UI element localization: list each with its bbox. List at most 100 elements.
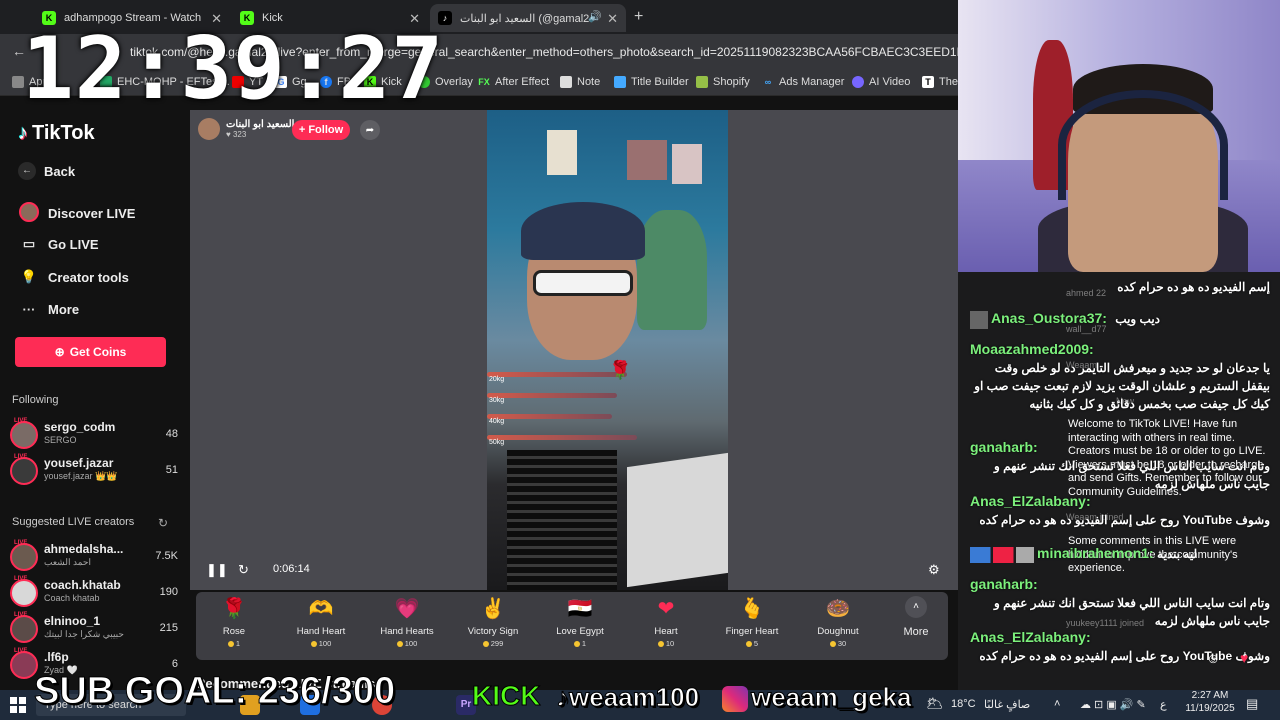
bookmark-shopify[interactable]: Shopify bbox=[696, 76, 750, 88]
gift-name: Hand Heart bbox=[296, 626, 346, 637]
pause-icon[interactable]: ❚❚ bbox=[206, 562, 228, 578]
user-avatar-icon bbox=[970, 310, 988, 329]
gift-name: Heart bbox=[654, 626, 678, 637]
chat-username: Anas_Oustora37: bbox=[991, 310, 1107, 326]
bookmark-note[interactable]: Note bbox=[560, 76, 600, 88]
bookmark-ai-video[interactable]: AI Video bbox=[852, 76, 910, 88]
badge-icons bbox=[970, 546, 1034, 563]
heart-icon: ❤ bbox=[657, 598, 675, 620]
viewer-count: 215 bbox=[159, 622, 178, 634]
gift-price-value: 1 bbox=[235, 639, 241, 648]
keyboard-language[interactable]: ع bbox=[1160, 698, 1167, 711]
gift-hand-hearts[interactable]: 💗 Hand Hearts 100 bbox=[367, 596, 447, 648]
chat-message: Moaazahmed2009: يا جدعان لو حد جديد و مي… bbox=[970, 340, 1270, 413]
chat-username: Anas_ElZalabany: bbox=[970, 493, 1091, 509]
notifications-icon[interactable]: ▤ bbox=[1246, 696, 1258, 712]
gift-heart[interactable]: ❤ Heart 10 bbox=[626, 596, 706, 648]
arrow-left-icon: ← bbox=[18, 162, 36, 180]
poster-image bbox=[547, 130, 577, 175]
sidebar-item-more[interactable]: ··· More bbox=[18, 302, 80, 317]
following-user-row[interactable]: LIVE sergo_codm SERGO 48 bbox=[10, 418, 180, 450]
user-subtitle: Coach khatab bbox=[44, 593, 100, 603]
host-avatar bbox=[198, 118, 220, 140]
gift-doughnut[interactable]: 🍩 Doughnut 30 bbox=[798, 596, 878, 648]
mixer-image bbox=[627, 452, 728, 588]
weather-temp[interactable]: 18°C bbox=[951, 698, 976, 710]
suggested-user-row[interactable]: LIVE coach.khatab Coach khatab 190 bbox=[10, 576, 180, 608]
following-title: Following bbox=[12, 394, 59, 406]
lightbulb-icon: 💡 bbox=[20, 269, 38, 284]
tab-tiktok-live[interactable]: ♪ السعيد ابو البنات (@gamal24 🔊 ✕ bbox=[430, 4, 626, 32]
weather-icon[interactable]: 🌥 bbox=[926, 695, 944, 712]
cap-image bbox=[521, 202, 645, 260]
stream-timer: 12:39:27 bbox=[22, 19, 445, 119]
sidebar-item-creator-tools[interactable]: 💡 Creator tools bbox=[18, 269, 129, 285]
bookmark-after-effect[interactable]: FX After Effect bbox=[478, 76, 549, 88]
suggested-title: Suggested LIVE creators bbox=[12, 516, 135, 528]
gift-love-egypt[interactable]: 🇪🇬 Love Egypt 1 bbox=[540, 596, 620, 648]
bookmark-ads-manager[interactable]: ∞ Ads Manager bbox=[762, 76, 845, 88]
user-subtitle: SERGO bbox=[44, 435, 77, 445]
settings-icon[interactable]: ⚙ bbox=[928, 562, 940, 578]
get-coins-label: Get Coins bbox=[69, 345, 127, 359]
new-tab-icon[interactable]: + bbox=[634, 8, 643, 26]
user-name: coach.khatab bbox=[44, 578, 121, 592]
gift-rose[interactable]: 🌹 Rose 1 bbox=[194, 596, 274, 648]
sunglasses-image bbox=[533, 270, 633, 296]
tray-chevron-icon[interactable]: ˄ bbox=[1054, 698, 1060, 710]
get-coins-button[interactable]: ⊕ Get Coins bbox=[15, 337, 166, 367]
sidebar: ♪ TikTok ← Back Discover LIVE ▭ Go LIVE … bbox=[0, 96, 189, 690]
doughnut-icon: 🍩 bbox=[825, 598, 851, 620]
refresh-icon[interactable]: ↻ bbox=[158, 516, 168, 530]
gift-price: 10 bbox=[626, 639, 706, 648]
chat-message: ganaharb: وتام انت سايب الناس اللي فعلا … bbox=[970, 575, 1270, 630]
host-info[interactable]: السعيد ابو البنات ♥ 323 bbox=[198, 118, 294, 140]
heart-icon[interactable]: ♥ bbox=[1240, 650, 1248, 666]
host-name: السعيد ابو البنات bbox=[226, 119, 295, 130]
gift-hand-heart[interactable]: 🫶 Hand Heart 100 bbox=[281, 596, 361, 648]
share-icon[interactable]: ➦ bbox=[360, 120, 380, 140]
bookmark-label: Ads Manager bbox=[779, 76, 845, 88]
bookmark-label: AI Video bbox=[869, 76, 911, 88]
screen: K adhampogo Stream - Watch Liv ✕ K Kick … bbox=[0, 0, 1280, 720]
speaker-icon[interactable]: 🔊 bbox=[588, 10, 602, 23]
bookmark-the[interactable]: T The bbox=[922, 76, 958, 88]
close-icon[interactable]: ✕ bbox=[607, 11, 618, 27]
chat-text: ليه بتديه bbox=[1157, 547, 1198, 561]
gift-price: 100 bbox=[281, 639, 361, 648]
kick-logo: KICK bbox=[471, 680, 541, 711]
sidebar-item-discover-live[interactable]: Discover LIVE bbox=[18, 202, 135, 225]
bookmark-title-builder[interactable]: Title Builder bbox=[614, 76, 689, 88]
tiktok-logo[interactable]: ♪ TikTok bbox=[18, 122, 95, 145]
follow-button[interactable]: + Follow bbox=[292, 120, 350, 140]
gift-finger-heart[interactable]: 🫰 Finger Heart 5 bbox=[712, 596, 792, 648]
gift-price-value: 100 bbox=[404, 639, 418, 648]
live-video[interactable]: 20kg 30kg 40kg 50kg 🌹 bbox=[487, 110, 728, 590]
avatar bbox=[10, 615, 38, 643]
reload-icon[interactable]: ↻ bbox=[238, 562, 249, 578]
tiktok-note-icon: ♪ bbox=[18, 122, 28, 144]
taskbar-clock[interactable]: 2:27 AM 11/19/2025 bbox=[1180, 689, 1240, 715]
emoji-icon[interactable]: ☺ bbox=[1206, 650, 1220, 666]
suggested-user-row[interactable]: LIVE ahmedalsha... احمد الشعب 7.5K bbox=[10, 540, 180, 572]
meta-icon: ∞ bbox=[764, 77, 772, 87]
chat-text: وتام انت سايب الناس اللي فعلا تستحق انك … bbox=[993, 596, 1270, 628]
gift-name: Love Egypt bbox=[556, 626, 604, 637]
finger-heart-icon: 🫰 bbox=[739, 598, 765, 620]
suggested-user-row[interactable]: LIVE elninoo_1 حبيبي شكرا جدا لبيتك 215 bbox=[10, 612, 180, 644]
victory-sign-icon: ✌ bbox=[480, 598, 506, 620]
more-gifts-button[interactable]: ˄ More bbox=[896, 596, 936, 638]
bookmark-label: The bbox=[939, 76, 958, 88]
chat-username: Anas_ElZalabany: bbox=[970, 629, 1091, 645]
user-name: yousef.jazar bbox=[44, 456, 114, 470]
sidebar-item-go-live[interactable]: ▭ Go LIVE bbox=[18, 236, 99, 252]
bookmark-label: Shopify bbox=[713, 76, 750, 88]
following-user-row[interactable]: LIVE yousef.jazar yousef.jazar 👑👑 51 bbox=[10, 454, 180, 486]
viewer-count: 6 bbox=[171, 658, 178, 670]
weather-text: صافٍ غالبًا bbox=[984, 699, 1031, 711]
tray-icons[interactable]: ☁ ⊡ ▣ 🔊 ✎ bbox=[1080, 698, 1146, 711]
gift-victory-sign[interactable]: ✌ Victory Sign 299 bbox=[453, 596, 533, 648]
chat-message: minaibrahemon1: ليه بتديه bbox=[970, 544, 1270, 563]
windows-start-icon[interactable] bbox=[10, 697, 26, 713]
sidebar-item-back[interactable]: ← Back bbox=[18, 162, 75, 180]
